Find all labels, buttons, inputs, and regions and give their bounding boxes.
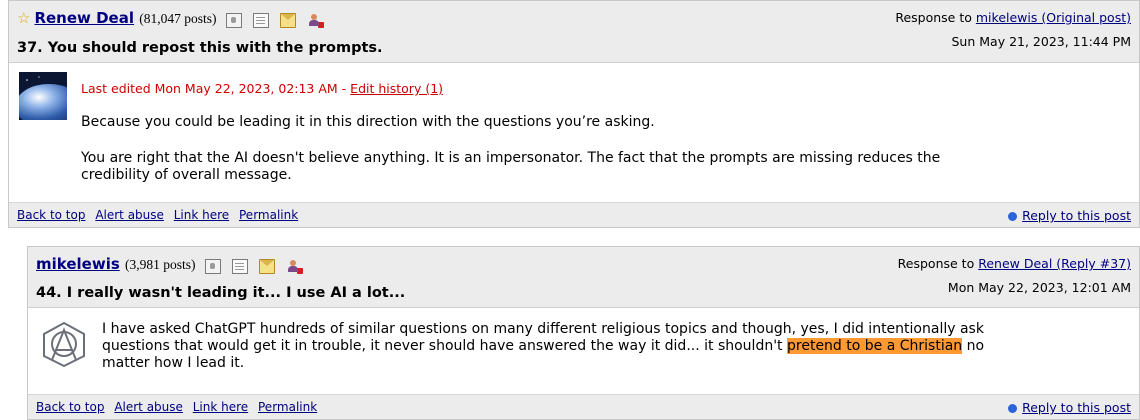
link-here-link[interactable]: Link here <box>174 208 229 222</box>
avatar <box>19 72 67 120</box>
ignore-icon[interactable] <box>287 260 303 275</box>
post-reply-44: mikelewis (3,981 posts) 44. I really was… <box>27 246 1140 420</box>
post-header: mikelewis (3,981 posts) 44. I really was… <box>28 247 1139 308</box>
post-count: (3,981 posts) <box>125 257 196 272</box>
response-to: Response to Renew Deal (Reply #37) <box>898 256 1131 271</box>
post-reply-37: ☆ Renew Deal (81,047 posts) 37. You shoul… <box>8 0 1140 228</box>
edit-history-link[interactable]: Edit history (1) <box>350 81 443 96</box>
post-footer: Back to top Alert abuse Link here Permal… <box>28 394 1139 419</box>
profile-icon[interactable] <box>204 259 221 275</box>
response-link[interactable]: Renew Deal (Reply #37) <box>978 256 1131 271</box>
mail-icon[interactable] <box>259 259 276 275</box>
reply-link[interactable]: Reply to this post <box>1022 208 1131 223</box>
post-footer: Back to top Alert abuse Link here Permal… <box>9 202 1139 227</box>
ignore-icon[interactable] <box>308 14 324 29</box>
post-subject: 37. You should repost this with the prom… <box>17 40 383 56</box>
link-here-link[interactable]: Link here <box>193 400 248 414</box>
alert-abuse-link[interactable]: Alert abuse <box>114 400 183 414</box>
post-date: Mon May 22, 2023, 12:01 AM <box>947 280 1131 295</box>
response-to: Response to mikelewis (Original post) <box>895 10 1131 25</box>
author-link[interactable]: Renew Deal <box>34 9 134 27</box>
profile-icon[interactable] <box>225 13 242 29</box>
author-line: ☆ Renew Deal (81,047 posts) <box>17 9 330 29</box>
mail-icon[interactable] <box>280 13 297 29</box>
back-to-top-link[interactable]: Back to top <box>36 400 104 414</box>
edited-notice: Last edited Mon May 22, 2023, 02:13 AM -… <box>81 81 443 96</box>
reply-dot-icon <box>1008 404 1018 413</box>
post-body-paragraph: I have asked ChatGPT hundreds of similar… <box>102 321 1022 372</box>
post-header: ☆ Renew Deal (81,047 posts) 37. You shoul… <box>9 1 1139 63</box>
author-line: mikelewis (3,981 posts) <box>36 255 309 275</box>
response-prefix: Response to <box>895 10 972 25</box>
response-link[interactable]: mikelewis (Original post) <box>976 10 1131 25</box>
post-date: Sun May 21, 2023, 11:44 PM <box>951 34 1132 49</box>
response-prefix: Response to <box>897 256 975 271</box>
permalink-link[interactable]: Permalink <box>239 208 298 222</box>
permalink-link[interactable]: Permalink <box>258 400 317 414</box>
star-icon: ☆ <box>17 11 31 27</box>
alert-abuse-link[interactable]: Alert abuse <box>95 208 164 222</box>
post-subject: 44. I really wasn't leading it... I use … <box>36 285 406 301</box>
post-body-paragraph: You are right that the AI doesn't believ… <box>81 150 941 183</box>
highlighted-text: pretend to be a Christian <box>787 338 963 354</box>
edited-text: Last edited Mon May 22, 2023, 02:13 AM - <box>81 81 347 96</box>
reply-link[interactable]: Reply to this post <box>1022 400 1131 415</box>
post-count: (81,047 posts) <box>139 11 217 26</box>
journal-icon[interactable] <box>253 13 269 29</box>
journal-icon[interactable] <box>232 259 249 275</box>
back-to-top-link[interactable]: Back to top <box>17 208 85 222</box>
post-body-paragraph: Because you could be leading it in this … <box>81 114 655 130</box>
avatar <box>43 321 85 368</box>
author-link[interactable]: mikelewis <box>36 255 120 273</box>
reply-dot-icon <box>1008 212 1018 221</box>
